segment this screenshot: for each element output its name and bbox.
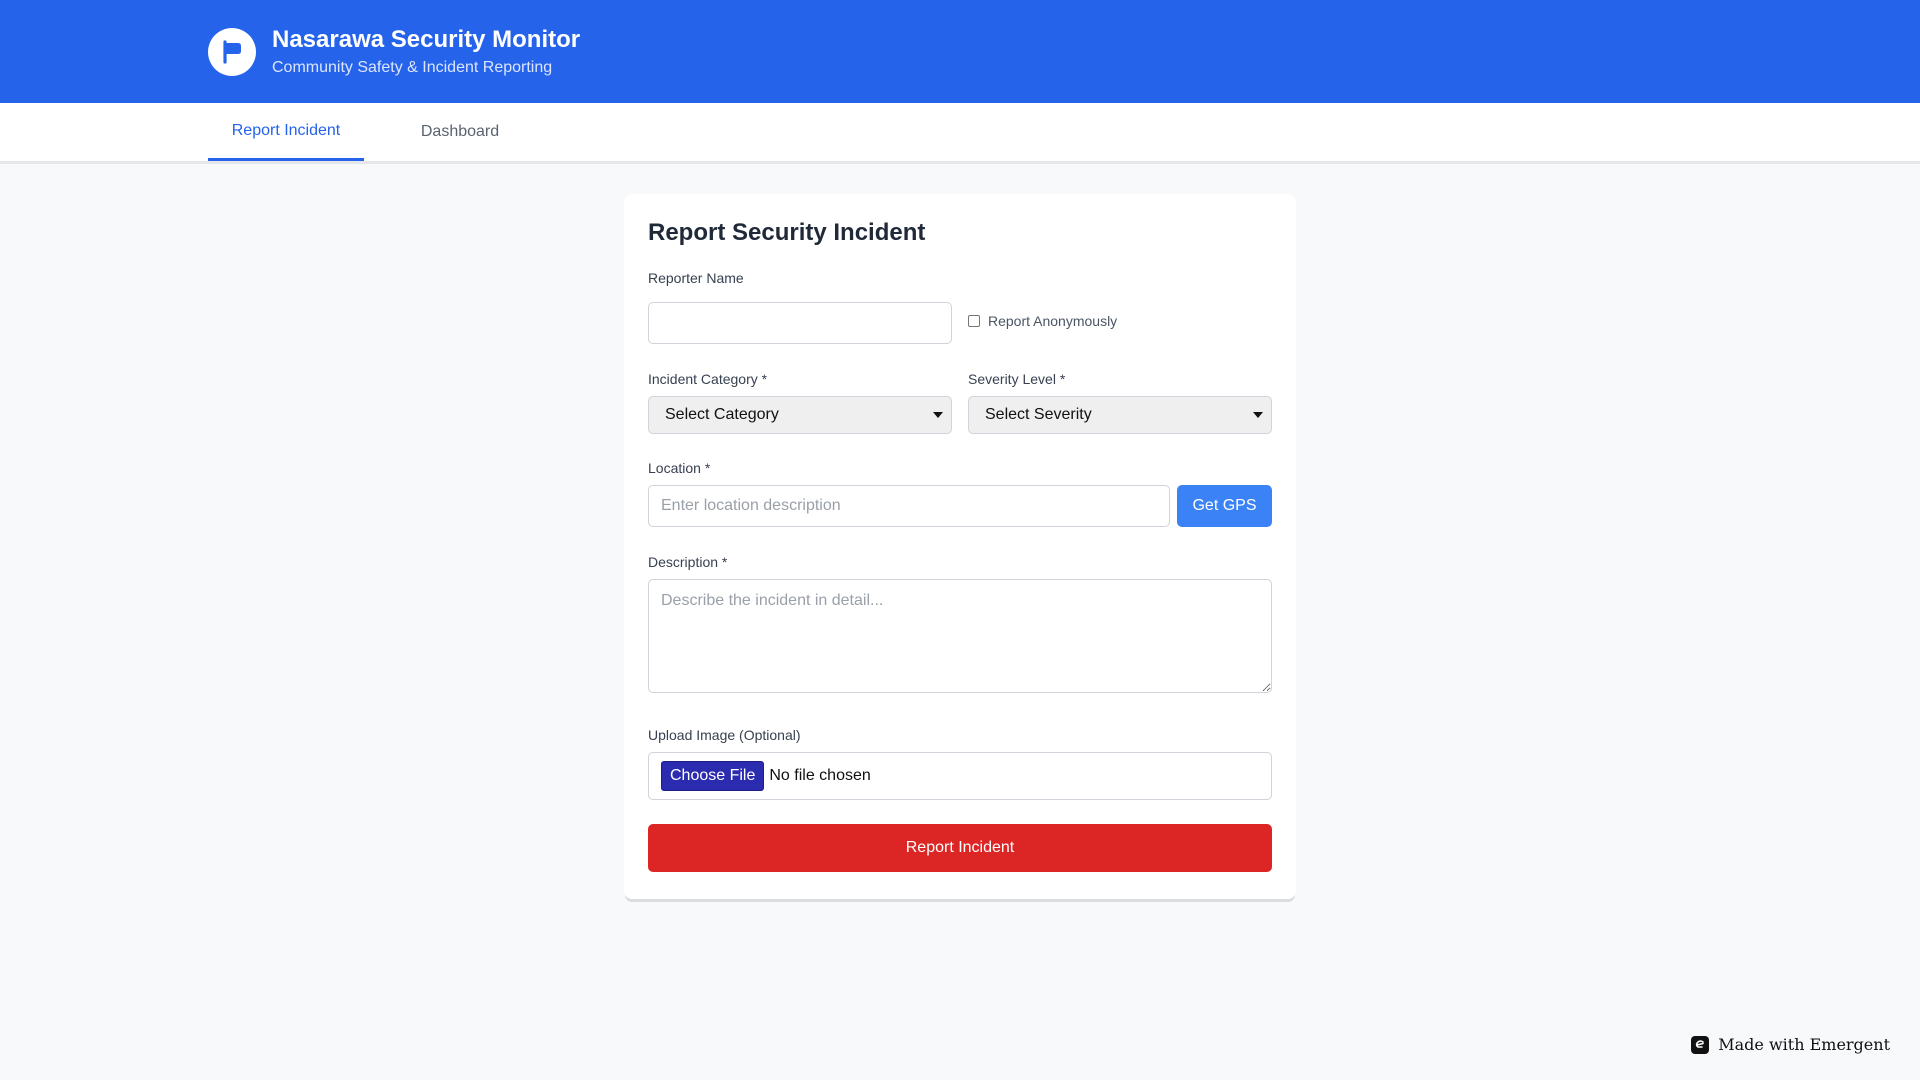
chevron-down-icon — [933, 412, 943, 418]
tab-report-incident[interactable]: Report Incident — [208, 103, 364, 161]
location-label: Location * — [648, 460, 711, 476]
anonymous-toggle[interactable]: Report Anonymously — [968, 313, 1117, 329]
chevron-down-icon — [1253, 412, 1263, 418]
tab-dashboard[interactable]: Dashboard — [400, 103, 520, 161]
category-label: Incident Category * — [648, 371, 768, 387]
form-title: Report Security Incident — [648, 219, 926, 246]
severity-label: Severity Level * — [968, 371, 1066, 387]
emergent-logo-icon — [1691, 1035, 1710, 1054]
anonymous-checkbox[interactable] — [968, 315, 980, 327]
choose-file-button[interactable]: Choose File — [661, 761, 765, 791]
severity-select[interactable]: Select Severity — [968, 396, 1272, 434]
report-incident-button[interactable]: Report Incident — [648, 824, 1272, 872]
category-selected-value: Select Category — [665, 406, 779, 423]
app-title: Nasarawa Security Monitor — [272, 26, 581, 53]
location-input[interactable] — [648, 485, 1170, 527]
description-label: Description * — [648, 554, 728, 570]
app-header: Nasarawa Security Monitor Community Safe… — [0, 0, 1920, 103]
reporter-name-label: Reporter Name — [648, 270, 744, 286]
severity-selected-value: Select Severity — [985, 406, 1092, 423]
made-with-emergent-badge[interactable]: Made with Emergent — [1691, 1035, 1890, 1054]
made-with-label: Made with Emergent — [1718, 1035, 1890, 1054]
incident-report-card: Report Security Incident Reporter Name R… — [624, 194, 1296, 899]
category-select[interactable]: Select Category — [648, 396, 952, 434]
app-subtitle: Community Safety & Incident Reporting — [272, 59, 553, 76]
flag-icon — [208, 28, 256, 76]
main-nav: Report Incident Dashboard — [0, 103, 1920, 164]
reporter-name-input[interactable] — [648, 302, 952, 344]
description-textarea[interactable] — [648, 579, 1272, 693]
file-status-text: No file chosen — [769, 767, 871, 784]
image-upload-field[interactable]: Choose File No file chosen — [648, 752, 1272, 800]
get-gps-button[interactable]: Get GPS — [1177, 485, 1272, 527]
upload-label: Upload Image (Optional) — [648, 727, 801, 743]
anonymous-label: Report Anonymously — [988, 313, 1118, 329]
